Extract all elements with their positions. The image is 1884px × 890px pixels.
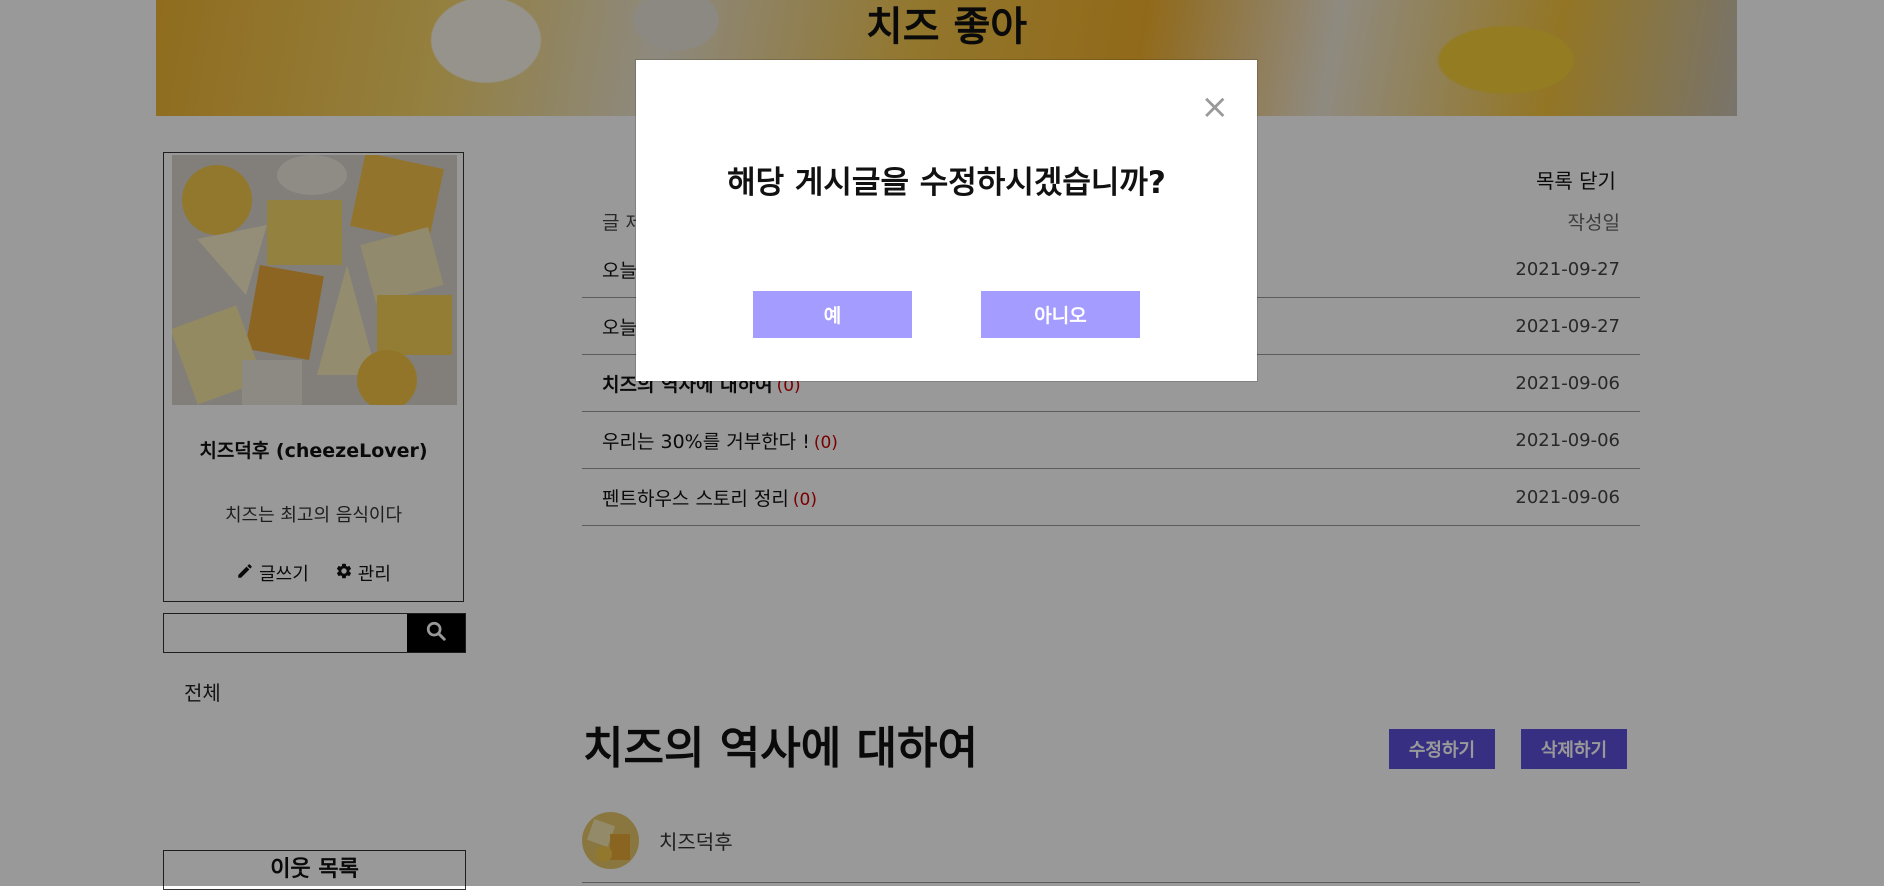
- confirm-dialog: × 해당 게시글을 수정하시겠습니까? 예 아니오: [636, 60, 1257, 381]
- close-icon[interactable]: ×: [1201, 90, 1230, 124]
- confirm-yes-button[interactable]: 예: [753, 291, 912, 338]
- confirm-no-button[interactable]: 아니오: [981, 291, 1140, 338]
- dialog-question: 해당 게시글을 수정하시겠습니까?: [727, 165, 1166, 201]
